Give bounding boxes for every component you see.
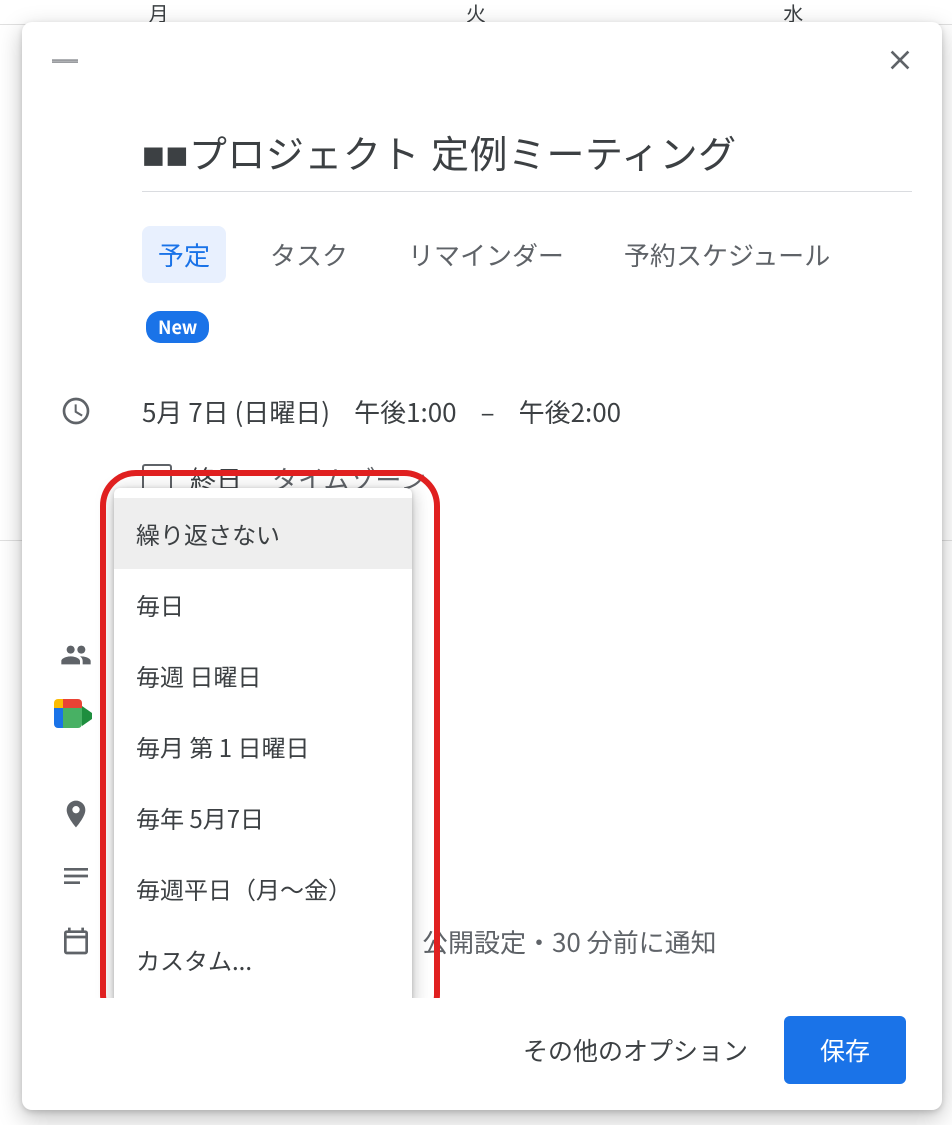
tab-event[interactable]: 予定	[142, 226, 226, 283]
day-header-mon: 月	[149, 0, 169, 22]
repeat-option-monthly[interactable]: 毎月 第 1 日曜日	[114, 711, 412, 782]
dialog-body: 予定 タスク リマインダー 予約スケジュール New 5月 7日 (日曜日) 午…	[22, 92, 942, 998]
event-start-time[interactable]: 午後1:00	[354, 393, 457, 430]
dialog-header: ═	[22, 22, 942, 92]
repeat-option-yearly[interactable]: 毎年 5月7日	[114, 782, 412, 853]
clock-icon	[42, 393, 142, 427]
repeat-option-weekdays[interactable]: 毎週平日（月〜金）	[114, 853, 412, 924]
event-title-input[interactable]	[142, 122, 912, 192]
close-icon	[884, 44, 916, 76]
tab-task[interactable]: タスク	[254, 226, 364, 283]
tab-reminder[interactable]: リマインダー	[392, 226, 580, 283]
new-badge: New	[146, 311, 209, 343]
repeat-option-none[interactable]: 繰り返さない	[114, 498, 412, 569]
event-quick-create-dialog: ═ 予定 タスク リマインダー 予約スケジュール New 5月 7日 (日曜日)…	[22, 22, 942, 1110]
repeat-option-daily[interactable]: 毎日	[114, 569, 412, 640]
save-button[interactable]: 保存	[784, 1016, 906, 1084]
repeat-dropdown[interactable]: 繰り返さない 毎日 毎週 日曜日 毎月 第 1 日曜日 毎年 5月7日 毎週平日…	[114, 488, 412, 998]
tab-appointment-label: 予約スケジュール	[624, 236, 830, 273]
time-content: 5月 7日 (日曜日) 午後1:00 – 午後2:00 終日 タイムゾーン	[142, 393, 922, 497]
time-separator: –	[481, 393, 495, 430]
tab-appointment-schedule[interactable]: 予約スケジュール	[608, 226, 834, 283]
calendar-day-headers: 月 火 水	[0, 0, 952, 22]
event-end-time[interactable]: 午後2:00	[519, 393, 622, 430]
more-options-button[interactable]: その他のオプション	[523, 1032, 748, 1068]
repeat-option-custom[interactable]: カスタム...	[114, 924, 412, 995]
event-date[interactable]: 5月 7日 (日曜日)	[142, 393, 330, 430]
day-header-wed: 水	[783, 0, 803, 22]
repeat-option-weekly[interactable]: 毎週 日曜日	[114, 640, 412, 711]
drag-handle-icon[interactable]: ═	[52, 42, 76, 79]
dialog-footer: その他のオプション 保存	[22, 998, 942, 1110]
time-row: 5月 7日 (日曜日) 午後1:00 – 午後2:00 終日 タイムゾーン	[42, 393, 922, 497]
close-button[interactable]	[878, 38, 922, 82]
day-header-tue: 火	[466, 0, 486, 22]
event-type-tabs: 予定 タスク リマインダー 予約スケジュール New	[142, 226, 922, 343]
